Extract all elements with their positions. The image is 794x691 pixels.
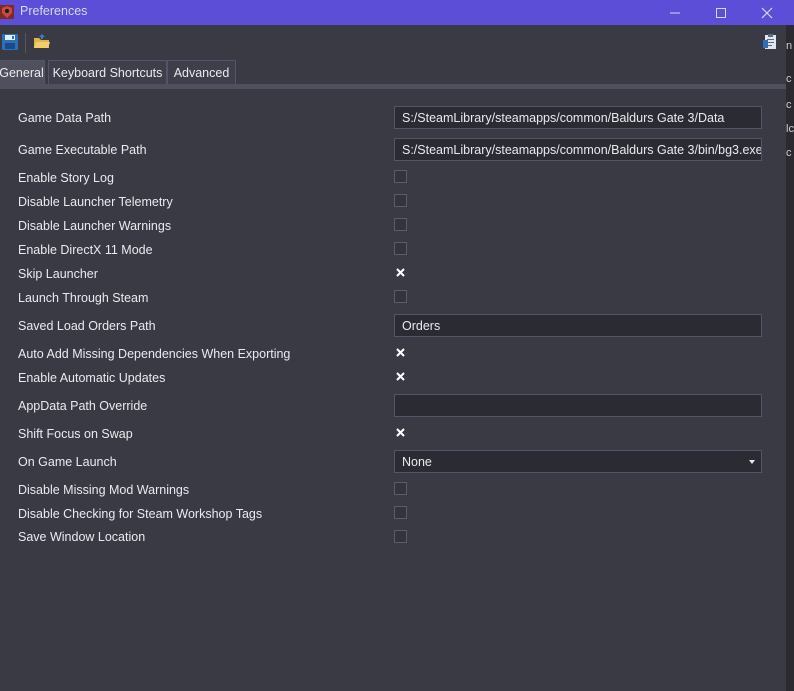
auto-add-missing-deps-checkbox[interactable] [394, 346, 407, 359]
on-game-launch-dropdown[interactable]: None [394, 450, 762, 473]
appdata-path-override-label: AppData Path Override [18, 399, 148, 413]
checkmark-x-icon [396, 428, 405, 437]
maximize-button[interactable] [698, 0, 744, 25]
window-title: Preferences [20, 4, 88, 18]
checkmark-x-icon [396, 372, 405, 381]
checkmark-x-icon [396, 348, 405, 357]
shift-focus-on-swap-checkbox[interactable] [394, 426, 407, 439]
background-text: c [786, 99, 792, 111]
maximize-icon [716, 7, 726, 18]
minimize-icon [670, 12, 680, 13]
tab-strip: General Keyboard Shortcuts Advanced [0, 60, 794, 85]
launch-through-steam-checkbox[interactable] [394, 290, 407, 303]
appdata-path-override-field[interactable] [394, 394, 762, 417]
enable-automatic-updates-checkbox[interactable] [394, 370, 407, 383]
minimize-button[interactable] [652, 0, 698, 25]
disable-missing-mod-warnings-label: Disable Missing Mod Warnings [18, 483, 190, 497]
disable-launcher-telemetry-label: Disable Launcher Telemetry [18, 195, 173, 209]
game-data-path-field[interactable]: S:/SteamLibrary/steamapps/common/Baldurs… [394, 106, 762, 129]
toolbar [0, 25, 794, 60]
background-text: c [786, 73, 792, 85]
skip-launcher-label: Skip Launcher [18, 267, 98, 281]
tab-advanced[interactable]: Advanced [167, 60, 236, 85]
app-logo-icon [0, 5, 14, 19]
disable-launcher-warnings-checkbox[interactable] [394, 218, 407, 231]
save-icon[interactable] [1, 33, 19, 51]
save-window-location-checkbox[interactable] [394, 530, 407, 543]
enable-directx11-checkbox[interactable] [394, 242, 407, 255]
skip-launcher-checkbox[interactable] [394, 266, 407, 279]
enable-story-log-label: Enable Story Log [18, 171, 114, 185]
disable-launcher-warnings-label: Disable Launcher Warnings [18, 219, 172, 233]
saved-load-orders-path-label: Saved Load Orders Path [18, 319, 156, 333]
game-data-path-label: Game Data Path [18, 111, 112, 125]
game-executable-path-field[interactable]: S:/SteamLibrary/steamapps/common/Baldurs… [394, 138, 762, 161]
checkmark-x-icon [396, 268, 405, 277]
auto-add-missing-deps-label: Auto Add Missing Dependencies When Expor… [18, 347, 291, 361]
close-button[interactable] [744, 0, 790, 25]
background-text: n [786, 40, 793, 52]
open-folder-icon[interactable] [33, 33, 51, 51]
disable-checking-workshop-tags-label: Disable Checking for Steam Workshop Tags [18, 507, 263, 521]
on-game-launch-value: None [402, 455, 432, 469]
disable-checking-workshop-tags-checkbox[interactable] [394, 506, 407, 519]
disable-missing-mod-warnings-checkbox[interactable] [394, 482, 407, 495]
disable-launcher-telemetry-checkbox[interactable] [394, 194, 407, 207]
background-window-edge: n c c lc c [786, 25, 794, 691]
tab-general[interactable]: General [0, 60, 45, 85]
enable-directx11-label: Enable DirectX 11 Mode [18, 243, 153, 257]
background-text: lc [786, 123, 794, 135]
shift-focus-on-swap-label: Shift Focus on Swap [18, 427, 133, 441]
enable-story-log-checkbox[interactable] [394, 170, 407, 183]
game-executable-path-label: Game Executable Path [18, 143, 147, 157]
dropdown-arrow-icon [749, 460, 755, 464]
toolbar-separator [25, 33, 26, 53]
on-game-launch-label: On Game Launch [18, 455, 117, 469]
background-text: c [786, 147, 792, 159]
launch-through-steam-label: Launch Through Steam [18, 291, 149, 305]
title-bar: Preferences [0, 0, 794, 25]
save-window-location-label: Save Window Location [18, 530, 146, 544]
clipboard-icon[interactable] [762, 33, 780, 51]
close-icon [761, 7, 773, 18]
tab-keyboard-shortcuts[interactable]: Keyboard Shortcuts [48, 60, 167, 85]
enable-automatic-updates-label: Enable Automatic Updates [18, 371, 166, 385]
saved-load-orders-path-field[interactable]: Orders [394, 314, 762, 337]
